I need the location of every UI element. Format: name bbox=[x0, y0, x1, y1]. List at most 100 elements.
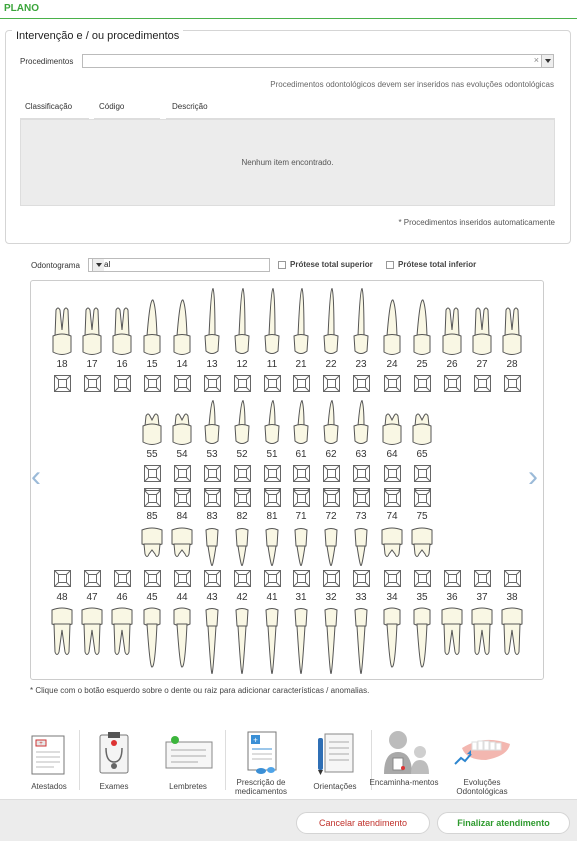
tooth-root[interactable] bbox=[444, 307, 460, 337]
tooth-root[interactable] bbox=[267, 625, 277, 674]
tooth-31[interactable] bbox=[289, 606, 313, 674]
tooth-surface-grid[interactable] bbox=[204, 490, 221, 507]
tooth-root[interactable] bbox=[296, 625, 306, 674]
tooth-73[interactable] bbox=[349, 526, 373, 566]
dental-evolutions-button[interactable]: Evoluções Odontológicas bbox=[452, 728, 512, 798]
tooth-52[interactable] bbox=[231, 400, 253, 446]
tooth-61[interactable] bbox=[290, 400, 312, 446]
tooth-surface-grid[interactable] bbox=[174, 570, 191, 587]
tooth-surface-grid[interactable] bbox=[144, 375, 161, 392]
tooth-crown[interactable] bbox=[471, 607, 493, 627]
tooth-root[interactable] bbox=[113, 623, 131, 655]
tooth-crown[interactable] bbox=[264, 334, 280, 354]
tooth-root[interactable] bbox=[473, 623, 491, 655]
tooth-18[interactable] bbox=[51, 304, 73, 356]
tooth-surface-grid[interactable] bbox=[144, 465, 161, 482]
tooth-root[interactable] bbox=[143, 543, 161, 557]
tooth-crown[interactable] bbox=[293, 334, 309, 354]
tooth-surface-grid[interactable] bbox=[234, 375, 251, 392]
tooth-root[interactable] bbox=[207, 545, 217, 566]
tooth-root[interactable] bbox=[296, 545, 306, 566]
next-arrow-icon[interactable]: › bbox=[528, 462, 538, 492]
tooth-crown[interactable] bbox=[413, 334, 431, 355]
tooth-23[interactable] bbox=[350, 288, 372, 356]
tooth-crown[interactable] bbox=[441, 607, 463, 627]
tooth-root[interactable] bbox=[53, 623, 71, 655]
tooth-82[interactable] bbox=[230, 526, 254, 566]
tooth-root[interactable] bbox=[146, 299, 158, 337]
tooth-51[interactable] bbox=[261, 400, 283, 446]
tooth-crown[interactable] bbox=[293, 424, 309, 444]
tooth-33[interactable] bbox=[349, 606, 373, 674]
tooth-22[interactable] bbox=[320, 288, 342, 356]
cancel-appointment-button[interactable]: Cancelar atendimento bbox=[296, 812, 430, 834]
exams-button[interactable]: Exames bbox=[84, 728, 144, 798]
upper-denture-label[interactable]: Prótese total superior bbox=[290, 260, 373, 269]
tooth-surface-grid[interactable] bbox=[264, 375, 281, 392]
tooth-crown[interactable] bbox=[112, 333, 132, 355]
tooth-root[interactable] bbox=[237, 625, 247, 674]
tooth-root[interactable] bbox=[268, 288, 276, 337]
tooth-root[interactable] bbox=[237, 545, 247, 566]
tooth-11[interactable] bbox=[261, 288, 283, 356]
tooth-surface-grid[interactable] bbox=[293, 570, 310, 587]
tooth-surface-grid[interactable] bbox=[234, 570, 251, 587]
tooth-crown[interactable] bbox=[442, 333, 462, 355]
tooth-42[interactable] bbox=[230, 606, 254, 674]
finish-appointment-button[interactable]: Finalizar atendimento bbox=[437, 812, 570, 834]
tooth-root[interactable] bbox=[356, 625, 366, 674]
tooth-71[interactable] bbox=[289, 526, 313, 566]
tooth-root[interactable] bbox=[267, 545, 277, 566]
tooth-crown[interactable] bbox=[411, 527, 433, 547]
tooth-surface-grid[interactable] bbox=[234, 490, 251, 507]
tooth-root[interactable] bbox=[416, 299, 428, 337]
tooth-root[interactable] bbox=[176, 623, 188, 668]
tooth-surface-grid[interactable] bbox=[264, 570, 281, 587]
tooth-crown[interactable] bbox=[81, 607, 103, 627]
tooth-81[interactable] bbox=[260, 526, 284, 566]
tooth-root[interactable] bbox=[504, 307, 520, 337]
tooth-crown[interactable] bbox=[265, 608, 279, 628]
tooth-crown[interactable] bbox=[141, 527, 163, 547]
tooth-root[interactable] bbox=[357, 400, 365, 427]
tooth-surface-grid[interactable] bbox=[174, 490, 191, 507]
tooth-crown[interactable] bbox=[204, 424, 220, 444]
tooth-crown[interactable] bbox=[383, 334, 401, 355]
tooth-55[interactable] bbox=[141, 410, 163, 446]
tooth-root[interactable] bbox=[443, 623, 461, 655]
tooth-surface-grid[interactable] bbox=[353, 465, 370, 482]
tooth-root[interactable] bbox=[297, 288, 305, 337]
tooth-85[interactable] bbox=[140, 526, 164, 560]
column-header-classification[interactable]: Classificação bbox=[25, 102, 72, 111]
tooth-surface-grid[interactable] bbox=[114, 375, 131, 392]
tooth-crown[interactable] bbox=[204, 334, 220, 354]
tooth-root[interactable] bbox=[356, 545, 366, 566]
tooth-crown[interactable] bbox=[235, 528, 249, 548]
tooth-crown[interactable] bbox=[324, 528, 338, 548]
tooth-surface-grid[interactable] bbox=[84, 570, 101, 587]
chevron-down-icon[interactable] bbox=[541, 55, 553, 67]
tooth-surface-grid[interactable] bbox=[444, 570, 461, 587]
tooth-root[interactable] bbox=[386, 299, 398, 337]
tooth-surface-grid[interactable] bbox=[293, 490, 310, 507]
tooth-crown[interactable] bbox=[381, 527, 403, 547]
tooth-surface-grid[interactable] bbox=[323, 570, 340, 587]
tooth-surface-grid[interactable] bbox=[323, 375, 340, 392]
tooth-surface-grid[interactable] bbox=[114, 570, 131, 587]
tooth-74[interactable] bbox=[380, 526, 404, 560]
tooth-surface-grid[interactable] bbox=[414, 490, 431, 507]
lower-denture-label[interactable]: Prótese total inferior bbox=[398, 260, 476, 269]
odontogram-select[interactable]: Atual bbox=[88, 258, 270, 272]
tooth-crown[interactable] bbox=[82, 333, 102, 355]
tooth-root[interactable] bbox=[416, 623, 428, 668]
tooth-crown[interactable] bbox=[502, 333, 522, 355]
tooth-crown[interactable] bbox=[235, 608, 249, 628]
tooth-root[interactable] bbox=[327, 288, 335, 337]
tooth-15[interactable] bbox=[141, 296, 163, 356]
tooth-24[interactable] bbox=[381, 296, 403, 356]
prev-arrow-icon[interactable]: ‹ bbox=[31, 462, 41, 492]
tooth-crown[interactable] bbox=[111, 607, 133, 627]
tooth-crown[interactable] bbox=[173, 607, 191, 627]
tooth-crown[interactable] bbox=[412, 423, 432, 445]
tooth-root[interactable] bbox=[383, 543, 401, 557]
